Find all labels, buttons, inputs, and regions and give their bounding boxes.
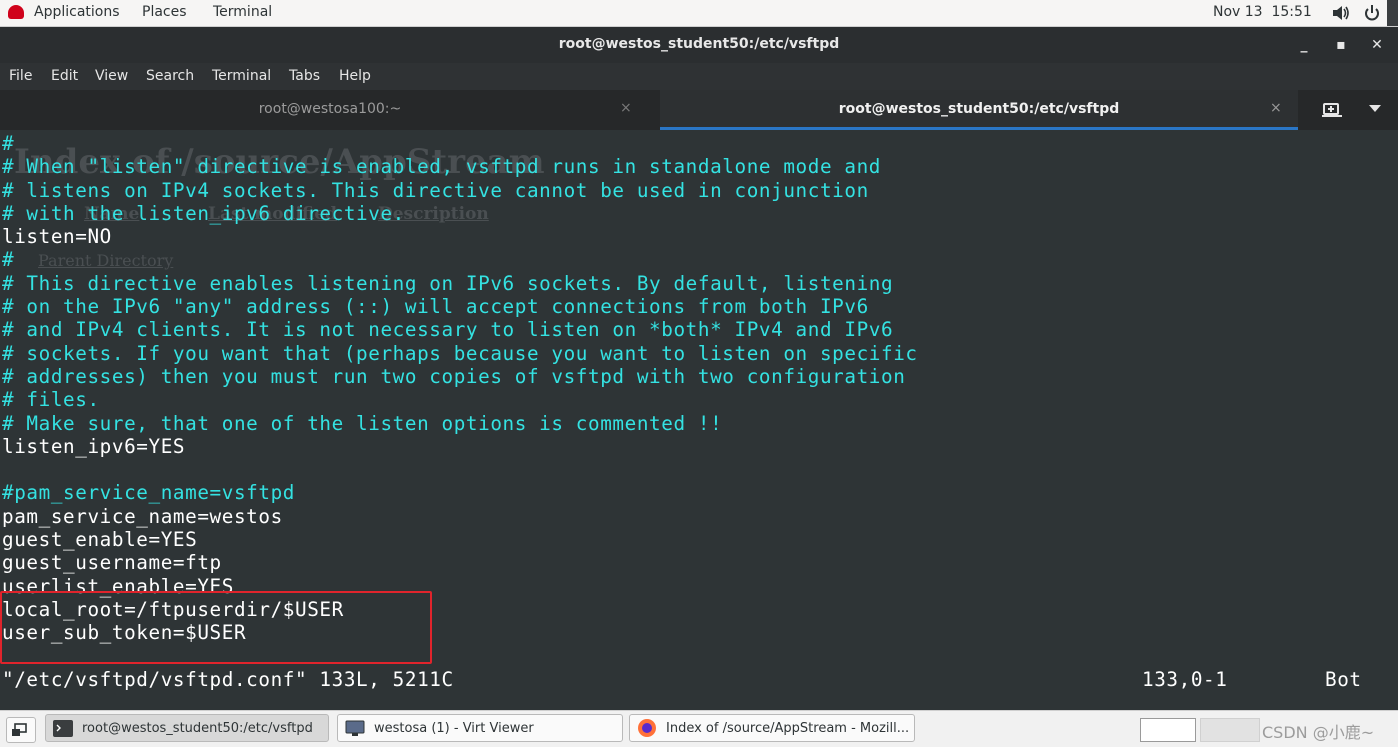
terminal-scrollbar[interactable] [1387, 130, 1398, 710]
terminal-line: # [2, 248, 15, 272]
terminal-line: listen_ipv6=YES [2, 434, 186, 458]
menu-tabs[interactable]: Tabs [289, 68, 320, 84]
status-scroll-position: Bot [1325, 668, 1362, 691]
highlight-annotation [0, 591, 432, 664]
workspace-2[interactable] [1200, 718, 1260, 742]
tab-westos-student50[interactable]: root@westos_student50:/etc/vsftpd × [660, 90, 1298, 130]
terminal-line: # files. [2, 388, 100, 412]
terminal-line: guest_enable=YES [2, 528, 198, 552]
terminal-line: # Make sure, that one of the listen opti… [2, 411, 723, 435]
scrollbar-top [1387, 0, 1398, 26]
clock[interactable]: Nov 13 15:51 [1213, 4, 1312, 20]
menu-help[interactable]: Help [339, 68, 371, 84]
power-icon[interactable] [1364, 4, 1380, 22]
window-titlebar[interactable]: root@westos_student50:/etc/vsftpd _ ▪ ✕ [0, 27, 1398, 63]
terminal-line: # sockets. If you want that (perhaps bec… [2, 341, 918, 365]
menu-view[interactable]: View [95, 68, 128, 84]
menu-edit[interactable]: Edit [51, 68, 78, 84]
tab-label: root@westosa100:~ [258, 101, 402, 117]
show-desktop-icon [12, 723, 27, 736]
redhat-logo-icon[interactable] [8, 5, 24, 19]
top-panel: Applications Places Terminal Nov 13 15:5… [0, 0, 1398, 27]
chevron-down-icon[interactable] [1369, 105, 1381, 113]
terminal-app-menu[interactable]: Terminal [213, 4, 272, 20]
vi-status-line: "/etc/vsftpd/vsftpd.conf" 133L, 5211C 13… [2, 668, 1382, 692]
show-desktop-button[interactable] [6, 717, 36, 743]
terminal-line: # addresses) then you must run two copie… [2, 364, 906, 388]
task-label: root@westos_student50:/etc/vsftpd [82, 721, 313, 736]
task-label: Index of /source/AppStream - Mozill... [666, 721, 910, 736]
menu-bar: File Edit View Search Terminal Tabs Help [0, 63, 1398, 90]
close-button[interactable]: ✕ [1369, 37, 1385, 53]
virt-viewer-icon [345, 720, 365, 736]
terminal-line: # on the IPv6 "any" address (::) will ac… [2, 295, 869, 319]
terminal-line: #pam_service_name=vsftpd [2, 481, 295, 505]
minimize-button[interactable]: _ [1296, 37, 1312, 53]
task-firefox[interactable]: Index of /source/AppStream - Mozill... [629, 714, 915, 742]
menu-search[interactable]: Search [146, 68, 194, 84]
status-file-info: "/etc/vsftpd/vsftpd.conf" 133L, 5211C [2, 668, 454, 691]
places-menu[interactable]: Places [142, 4, 187, 20]
menu-terminal[interactable]: Terminal [212, 68, 271, 84]
tab-label: root@westos_student50:/etc/vsftpd [838, 101, 1120, 117]
task-virt-viewer[interactable]: westosa (1) - Virt Viewer [337, 714, 623, 742]
firefox-icon [638, 719, 656, 737]
watermark-text: CSDN @小鹿~ [1262, 723, 1375, 742]
terminal-text: # # When "listen" directive is enabled, … [2, 132, 918, 645]
terminal-line: listen=NO [2, 225, 112, 249]
new-tab-icon[interactable] [1322, 100, 1342, 118]
applications-menu[interactable]: Applications [34, 4, 120, 20]
terminal-line: # This directive enables listening on IP… [2, 271, 894, 295]
terminal-line: pam_service_name=westos [2, 504, 283, 528]
terminal-line: # When "listen" directive is enabled, vs… [2, 155, 881, 179]
window-title: root@westos_student50:/etc/vsftpd [558, 36, 840, 52]
tab-bar: root@westosa100:~ × root@westos_student5… [0, 90, 1398, 130]
terminal-line: # [2, 132, 15, 155]
tab-close-icon[interactable]: × [620, 100, 632, 116]
terminal-line: guest_username=ftp [2, 551, 222, 575]
terminal-line: # with the listen_ipv6 directive. [2, 201, 405, 225]
workspace-1[interactable] [1140, 718, 1196, 742]
terminal-line: # and IPv4 clients. It is not necessary … [2, 318, 894, 342]
volume-icon[interactable] [1332, 5, 1350, 21]
task-label: westosa (1) - Virt Viewer [374, 721, 534, 736]
maximize-button[interactable]: ▪ [1333, 37, 1349, 53]
status-cursor-position: 133,0-1 [1142, 668, 1228, 691]
menu-file[interactable]: File [9, 68, 32, 84]
tab-westosa100[interactable]: root@westosa100:~ × [0, 90, 660, 130]
terminal-icon [53, 720, 73, 737]
terminal-line: # listens on IPv4 sockets. This directiv… [2, 178, 869, 202]
tab-close-icon[interactable]: × [1270, 100, 1282, 116]
taskbar: root@westos_student50:/etc/vsftpd westos… [0, 710, 1398, 747]
task-terminal[interactable]: root@westos_student50:/etc/vsftpd [45, 714, 329, 742]
